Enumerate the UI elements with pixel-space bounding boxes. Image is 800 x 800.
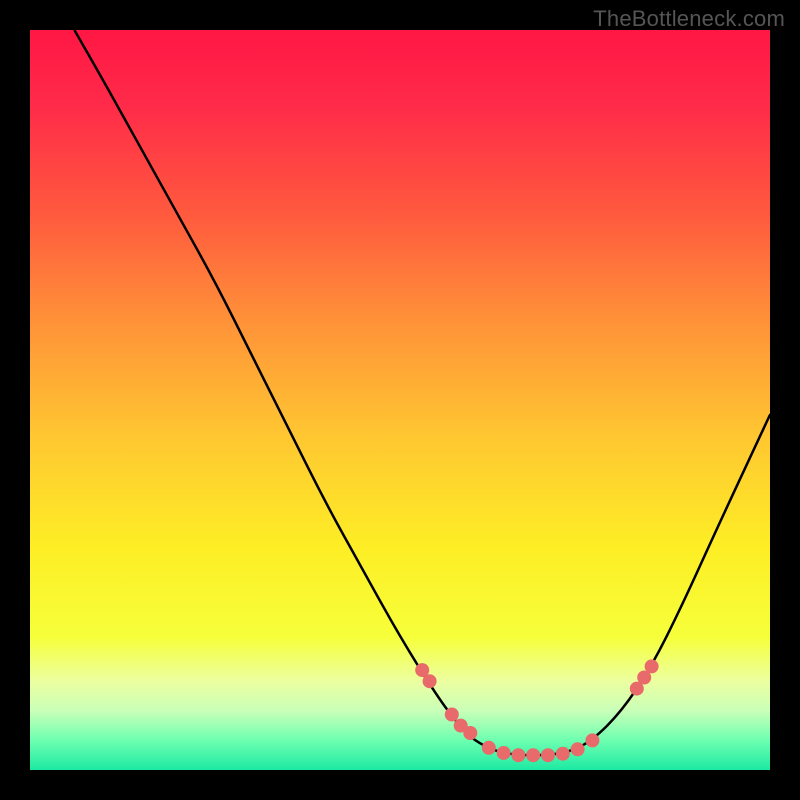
scatter-point: [463, 726, 477, 740]
chart-container: [30, 30, 770, 770]
scatter-point: [571, 742, 585, 756]
gradient-background: [30, 30, 770, 770]
scatter-point: [556, 747, 570, 761]
scatter-point: [541, 748, 555, 762]
watermark-text: TheBottleneck.com: [593, 6, 785, 32]
scatter-point: [526, 748, 540, 762]
scatter-point: [482, 741, 496, 755]
scatter-point: [511, 748, 525, 762]
scatter-point: [497, 746, 511, 760]
bottleneck-chart: [30, 30, 770, 770]
scatter-point: [423, 674, 437, 688]
scatter-point: [645, 659, 659, 673]
scatter-point: [445, 708, 459, 722]
scatter-point: [585, 733, 599, 747]
